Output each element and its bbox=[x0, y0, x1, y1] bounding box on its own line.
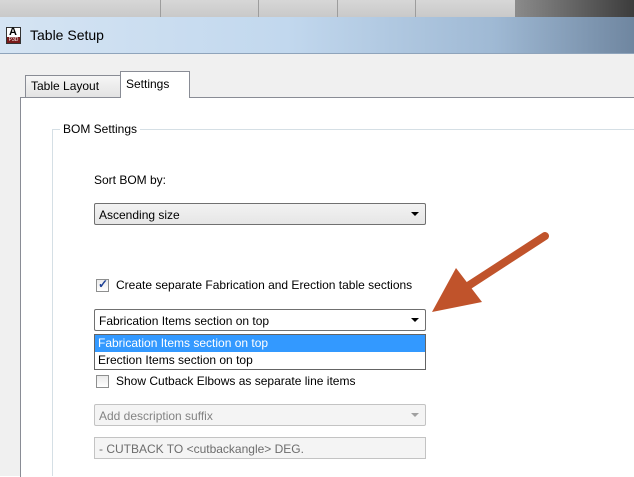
sort-bom-value: Ascending size bbox=[99, 208, 180, 222]
tab-settings[interactable]: Settings bbox=[120, 71, 190, 98]
chevron-down-icon[interactable] bbox=[411, 413, 419, 417]
group-box-left-border bbox=[52, 129, 53, 476]
section-order-options-list: Fabrication Items section on top Erectio… bbox=[94, 334, 426, 370]
background-window-strip bbox=[0, 0, 634, 18]
show-cutback-checkbox[interactable] bbox=[96, 375, 109, 388]
title-bar[interactable]: A P3D Table Setup bbox=[0, 17, 634, 54]
chevron-down-icon[interactable] bbox=[411, 212, 419, 216]
check-icon: ✓ bbox=[98, 277, 109, 291]
section-order-value: Fabrication Items section on top bbox=[99, 314, 270, 328]
sort-bom-label: Sort BOM by: bbox=[94, 173, 167, 187]
sort-bom-dropdown[interactable]: Ascending size bbox=[94, 203, 426, 225]
show-cutback-label: Show Cutback Elbows as separate line ite… bbox=[116, 374, 356, 388]
separate-tables-checkbox[interactable]: ✓ bbox=[96, 277, 109, 292]
cutback-text-field[interactable]: - CUTBACK TO <cutbackangle> DEG. bbox=[94, 437, 426, 459]
section-order-dropdown[interactable]: Fabrication Items section on top bbox=[94, 309, 426, 331]
option-fabrication-on-top[interactable]: Fabrication Items section on top bbox=[95, 335, 425, 352]
option-erection-on-top[interactable]: Erection Items section on top bbox=[95, 352, 425, 369]
window-title: Table Setup bbox=[30, 27, 104, 43]
separate-tables-label: Create separate Fabrication and Erection… bbox=[116, 278, 413, 292]
description-suffix-value: Add description suffix bbox=[99, 409, 213, 423]
chevron-down-icon[interactable] bbox=[411, 318, 419, 322]
description-suffix-dropdown[interactable]: Add description suffix bbox=[94, 404, 426, 426]
app-icon: A P3D bbox=[6, 26, 21, 44]
bom-settings-group-label: BOM Settings bbox=[60, 122, 141, 136]
tab-table-layout[interactable]: Table Layout bbox=[25, 75, 120, 97]
